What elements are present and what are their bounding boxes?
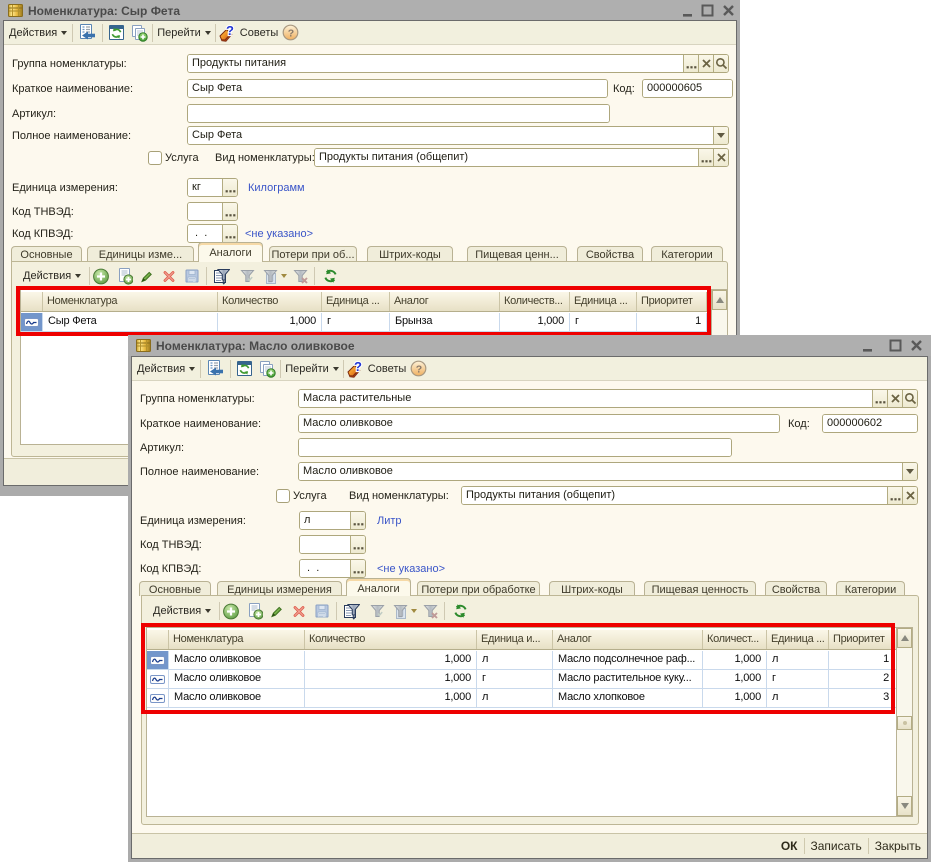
svg-text:?: ? [226,24,234,38]
svg-text:?: ? [354,360,362,374]
svg-text:?: ? [416,363,422,375]
svg-text:?: ? [288,27,294,39]
